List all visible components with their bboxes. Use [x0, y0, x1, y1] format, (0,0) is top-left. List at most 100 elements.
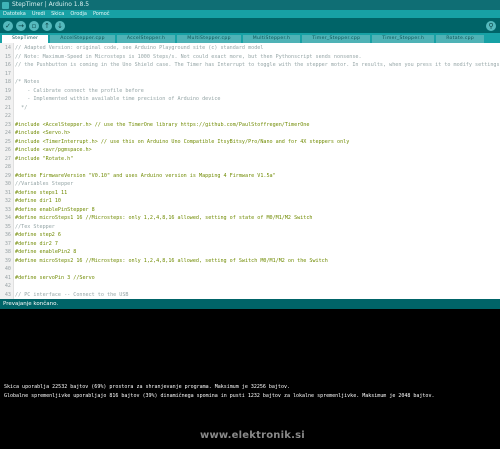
save-button[interactable]: ↓ [55, 20, 65, 31]
code-text: #include <Servo.h> [15, 130, 71, 136]
menu-sketch[interactable]: Skica [51, 10, 64, 18]
code-text: #define step2 6 [15, 232, 62, 238]
code-text: // Adapted Version: original code, see A… [15, 45, 264, 51]
tab-accelstepper-h[interactable]: AccelStepper.h [116, 35, 176, 43]
line-number: 25 [4, 138, 11, 145]
line-number: 22 [4, 113, 11, 119]
line-number: 43 [4, 291, 11, 298]
code-line[interactable]: 40 [0, 266, 500, 273]
code-line[interactable]: 24 #include <Servo.h> [0, 130, 500, 137]
code-line[interactable]: 25 #include <TimerInterrupt.h> // use thi… [0, 139, 500, 146]
magnifier-icon: ⚲ [488, 21, 494, 30]
code-line[interactable]: 14 // Adapted Version: original code, see… [0, 45, 500, 52]
line-number: 19 [4, 87, 11, 94]
upload-button[interactable]: → [16, 20, 26, 31]
code-line[interactable]: 31 #define steps1 11 [0, 190, 500, 197]
code-line[interactable]: 15 // Note: Maximum-Speed in Microsteps i… [0, 54, 500, 61]
line-number: 15 [4, 53, 11, 60]
tab-multistepper-cpp[interactable]: MultiStepper.cpp [177, 35, 241, 43]
new-file-icon: ▫ [31, 21, 37, 30]
line-number: 23 [4, 121, 11, 128]
code-text: #define dir1 10 [15, 198, 62, 204]
code-line[interactable]: 32 #define dir1 10 [0, 198, 500, 205]
line-number: 38 [4, 249, 11, 255]
menu-bar: Datoteka Uredi Skica Orodja Pomoč [0, 10, 500, 18]
menu-file[interactable]: Datoteka [3, 10, 26, 18]
console-line: Skica uporablja 22532 bajtov (69%) prost… [4, 384, 290, 390]
window-titlebar: StepTimer | Arduino 1.8.5 [0, 0, 500, 10]
code-line[interactable]: 27 #include "Rotate.h" [0, 156, 500, 163]
line-number: 37 [4, 240, 11, 247]
status-text: Prevajanje končano. [3, 301, 59, 307]
code-line[interactable]: 37 #define dir2 7 [0, 241, 500, 248]
code-line[interactable]: 30 //Variables Stepper [0, 181, 500, 188]
arrow-down-icon: ↓ [57, 21, 63, 30]
code-line[interactable]: 23 #include <AccelStepper.h> // use the T… [0, 122, 500, 129]
code-line[interactable]: 42 [0, 283, 500, 290]
line-number: 32 [4, 198, 11, 204]
status-bar: Prevajanje končano. [0, 299, 500, 309]
line-number: 24 [4, 130, 11, 136]
arduino-app-icon [2, 1, 9, 9]
code-text: #define enablePinStepper 8 [15, 206, 95, 213]
code-text: - Implemented within available time prec… [15, 96, 221, 102]
line-number: 27 [4, 155, 11, 162]
code-line[interactable]: 33 #define enablePinStepper 8 [0, 207, 500, 214]
line-number: 39 [4, 257, 11, 264]
code-text: #define servoPin 3 //Servo [15, 274, 95, 281]
tab-steptimer[interactable]: StepTimer [2, 35, 49, 43]
console-line: Globalne spremenljivke uporabljajo 816 b… [4, 393, 435, 399]
line-number: 21 [4, 104, 11, 111]
code-line[interactable]: 20 - Implemented within available time p… [0, 96, 500, 103]
tab-rotate-cpp[interactable]: Rotate.cpp [436, 35, 485, 43]
code-line[interactable]: 26 #include <avr/pgmspace.h> [0, 147, 500, 154]
menu-tools[interactable]: Orodja [70, 10, 87, 18]
arrow-up-icon: ↑ [44, 21, 50, 30]
menu-edit[interactable]: Uredi [32, 10, 45, 18]
verify-button[interactable]: ✓ [3, 20, 13, 31]
menu-help[interactable]: Pomoč [93, 10, 110, 18]
arrow-right-icon: → [18, 21, 24, 30]
line-number: 36 [4, 232, 11, 238]
code-line[interactable]: 17 [0, 71, 500, 78]
line-number: 17 [4, 70, 11, 77]
tab-multistepper-h[interactable]: MultiStepper.h [242, 35, 301, 43]
code-line[interactable]: 16 // the Pushbutton is coming in the Uno… [0, 62, 500, 69]
new-button[interactable]: ▫ [29, 20, 39, 31]
code-line[interactable]: 35 //Tex Stepper [0, 224, 500, 231]
code-line[interactable]: 18 /* Notes [0, 79, 500, 86]
line-number: 30 [4, 181, 11, 187]
code-line[interactable]: 34 #define microSteps1 16 //Microsteps: o… [0, 215, 500, 222]
line-number: 42 [4, 283, 11, 289]
tab-accelstepper-cpp[interactable]: AccelStepper.cpp [50, 35, 115, 43]
code-text: // Note: Maximum-Speed in Microsteps is … [15, 53, 362, 60]
code-line[interactable]: 19 - Calibrate connect the profile befor… [0, 88, 500, 95]
code-editor[interactable]: 14 // Adapted Version: original code, see… [0, 43, 500, 299]
code-line[interactable]: 29 #define FirmwareVersion "V0.10" and us… [0, 173, 500, 180]
toolbar: ✓ → ▫ ↑ ↓ ⚲ [0, 18, 500, 33]
code-text: #define dir2 7 [15, 240, 58, 247]
line-number: 20 [4, 96, 11, 102]
line-number: 26 [4, 147, 11, 153]
code-line[interactable]: 36 #define step2 6 [0, 232, 500, 239]
code-text: #define FirmwareVersion "V0.10" and uses… [15, 172, 276, 179]
code-line[interactable]: 28 [0, 164, 500, 171]
line-number: 41 [4, 274, 11, 281]
code-text: #include "Rotate.h" [15, 155, 74, 162]
line-number: 33 [4, 206, 11, 213]
code-line[interactable]: 41 #define servoPin 3 //Servo [0, 275, 500, 282]
code-text: - Calibrate connect the profile before [15, 87, 144, 94]
tab-timer-stepper-h[interactable]: Timer_Stepper.h [372, 35, 435, 43]
serial-monitor-button[interactable]: ⚲ [486, 20, 496, 31]
code-line[interactable]: 21 */ [0, 105, 500, 112]
open-button[interactable]: ↑ [42, 20, 52, 31]
watermark: www.elektronik.si [200, 430, 305, 441]
line-number: 29 [4, 172, 11, 179]
code-line[interactable]: 38 #define enablePin2 8 [0, 249, 500, 256]
code-text: #include <TimerInterrupt.h> // use this … [15, 138, 350, 145]
code-line[interactable]: 39 #define microSteps2 16 //Microsteps: o… [0, 258, 500, 265]
code-line[interactable]: 43 // PC interface -- Connect to the USB [0, 292, 500, 299]
line-number: 16 [4, 62, 11, 68]
tab-timer-stepper-cpp[interactable]: Timer_Stepper.cpp [302, 35, 371, 43]
code-line[interactable]: 22 [0, 113, 500, 120]
